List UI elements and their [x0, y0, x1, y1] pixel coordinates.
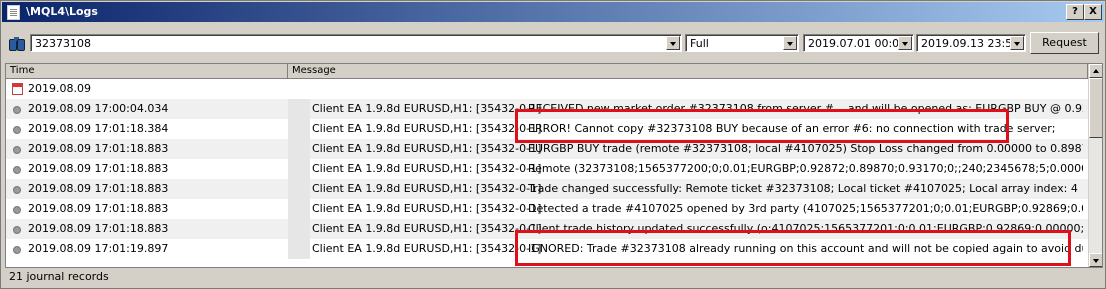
scroll-down-button[interactable] — [1089, 253, 1102, 267]
scroll-up-button[interactable] — [1089, 64, 1102, 78]
from-date-picker[interactable]: 2019.07.01 00:00 — [803, 34, 914, 52]
search-input[interactable]: 32373108 — [30, 34, 682, 52]
row-source: Client EA 1.9.8d EURUSD,H1: [35432-0-1] — [312, 182, 542, 195]
window-title: \MQL4\Logs — [26, 5, 98, 18]
to-date-value: 2019.09.13 23:59 — [921, 37, 1020, 50]
row-source: Client EA 1.9.8d EURUSD,H1: [35432-0-1] — [312, 102, 542, 115]
info-bullet-icon — [13, 206, 21, 214]
row-source: Client EA 1.9.8d EURUSD,H1: [35432-0-1] — [312, 222, 542, 235]
chevron-down-icon[interactable] — [898, 36, 912, 50]
row-message: Detected a trade #4107025 opened by 3rd … — [528, 202, 1083, 215]
row-time: 2019.08.09 17:01:18.384 — [28, 122, 169, 135]
search-input-value: 32373108 — [35, 37, 91, 50]
table-row[interactable]: 2019.08.09 17:01:18.883 Client EA 1.9.8d… — [6, 159, 1088, 179]
info-bullet-icon — [13, 126, 21, 134]
row-gutter — [288, 119, 310, 139]
help-button[interactable]: ? — [1066, 4, 1084, 20]
row-source: Client EA 1.9.8d EURUSD,H1: [35432-0-1] — [312, 122, 542, 135]
row-gutter — [288, 219, 310, 239]
row-source: Client EA 1.9.8d EURUSD,H1: [35432-0-1] — [312, 162, 542, 175]
table-row[interactable]: 2019.08.09 17:01:18.883 Client EA 1.9.8d… — [6, 199, 1088, 219]
info-bullet-icon — [13, 166, 21, 174]
row-message: Trade changed successfully: Remote ticke… — [528, 182, 1078, 195]
column-header-time[interactable]: Time — [6, 64, 288, 78]
binoculars-icon — [9, 36, 25, 51]
document-icon — [7, 5, 20, 20]
row-time: 2019.08.09 17:01:18.883 — [28, 162, 169, 175]
column-header-message[interactable]: Message — [288, 64, 1088, 78]
to-date-picker[interactable]: 2019.09.13 23:59 — [916, 34, 1026, 52]
row-time: 2019.08.09 17:01:18.883 — [28, 142, 169, 155]
error-highlight-box — [515, 109, 1009, 143]
row-time: 2019.08.09 — [28, 82, 91, 95]
row-gutter — [288, 239, 310, 259]
row-gutter — [288, 99, 310, 119]
search-dropdown-button[interactable] — [666, 36, 680, 50]
chevron-down-icon[interactable] — [783, 36, 797, 50]
chevron-down-icon[interactable] — [1010, 36, 1024, 50]
info-bullet-icon — [13, 186, 21, 194]
row-source: Client EA 1.9.8d EURUSD,H1: [35432-0-1] — [312, 142, 542, 155]
info-bullet-icon — [13, 246, 21, 254]
row-source: Client EA 1.9.8d EURUSD,H1: [35432-0-1] — [312, 202, 542, 215]
row-source: Client EA 1.9.8d EURUSD,H1: [35432-0-1] — [312, 242, 542, 255]
scroll-thumb[interactable] — [1089, 78, 1102, 138]
close-button[interactable]: X — [1084, 4, 1102, 20]
table-header: Time Message — [6, 64, 1088, 79]
toolbar: 32373108 Full 2019.07.01 00:00 2019.09.1… — [2, 23, 1104, 63]
log-level-value: Full — [690, 37, 709, 50]
row-time: 2019.08.09 17:01:18.883 — [28, 222, 169, 235]
from-date-value: 2019.07.01 00:00 — [808, 37, 907, 50]
row-time: 2019.08.09 17:01:18.883 — [28, 202, 169, 215]
row-time: 2019.08.09 17:01:18.883 — [28, 182, 169, 195]
ignored-highlight-box — [515, 230, 1071, 266]
row-gutter — [288, 159, 310, 179]
vertical-scrollbar[interactable] — [1088, 64, 1102, 267]
row-time: 2019.08.09 17:01:19.897 — [28, 242, 169, 255]
row-gutter — [288, 179, 310, 199]
table-row-date-group[interactable]: 2019.08.09 — [6, 79, 1088, 99]
calendar-icon — [12, 83, 23, 95]
log-level-select[interactable]: Full — [685, 34, 799, 52]
row-gutter — [288, 139, 310, 159]
table-row[interactable]: 2019.08.09 17:01:18.883 Client EA 1.9.8d… — [6, 179, 1088, 199]
row-message: Remote (32373108;1565377200;0;0.01;EURGB… — [528, 162, 1083, 175]
status-bar: 21 journal records — [9, 270, 109, 283]
info-bullet-icon — [13, 226, 21, 234]
row-gutter — [288, 199, 310, 219]
info-bullet-icon — [13, 146, 21, 154]
row-time: 2019.08.09 17:00:04.034 — [28, 102, 169, 115]
logs-window: \MQL4\Logs ? X 32373108 Full 2019.07.01 … — [0, 0, 1106, 289]
info-bullet-icon — [13, 106, 21, 114]
title-bar[interactable]: \MQL4\Logs ? X — [2, 2, 1104, 22]
request-button[interactable]: Request — [1030, 32, 1099, 54]
